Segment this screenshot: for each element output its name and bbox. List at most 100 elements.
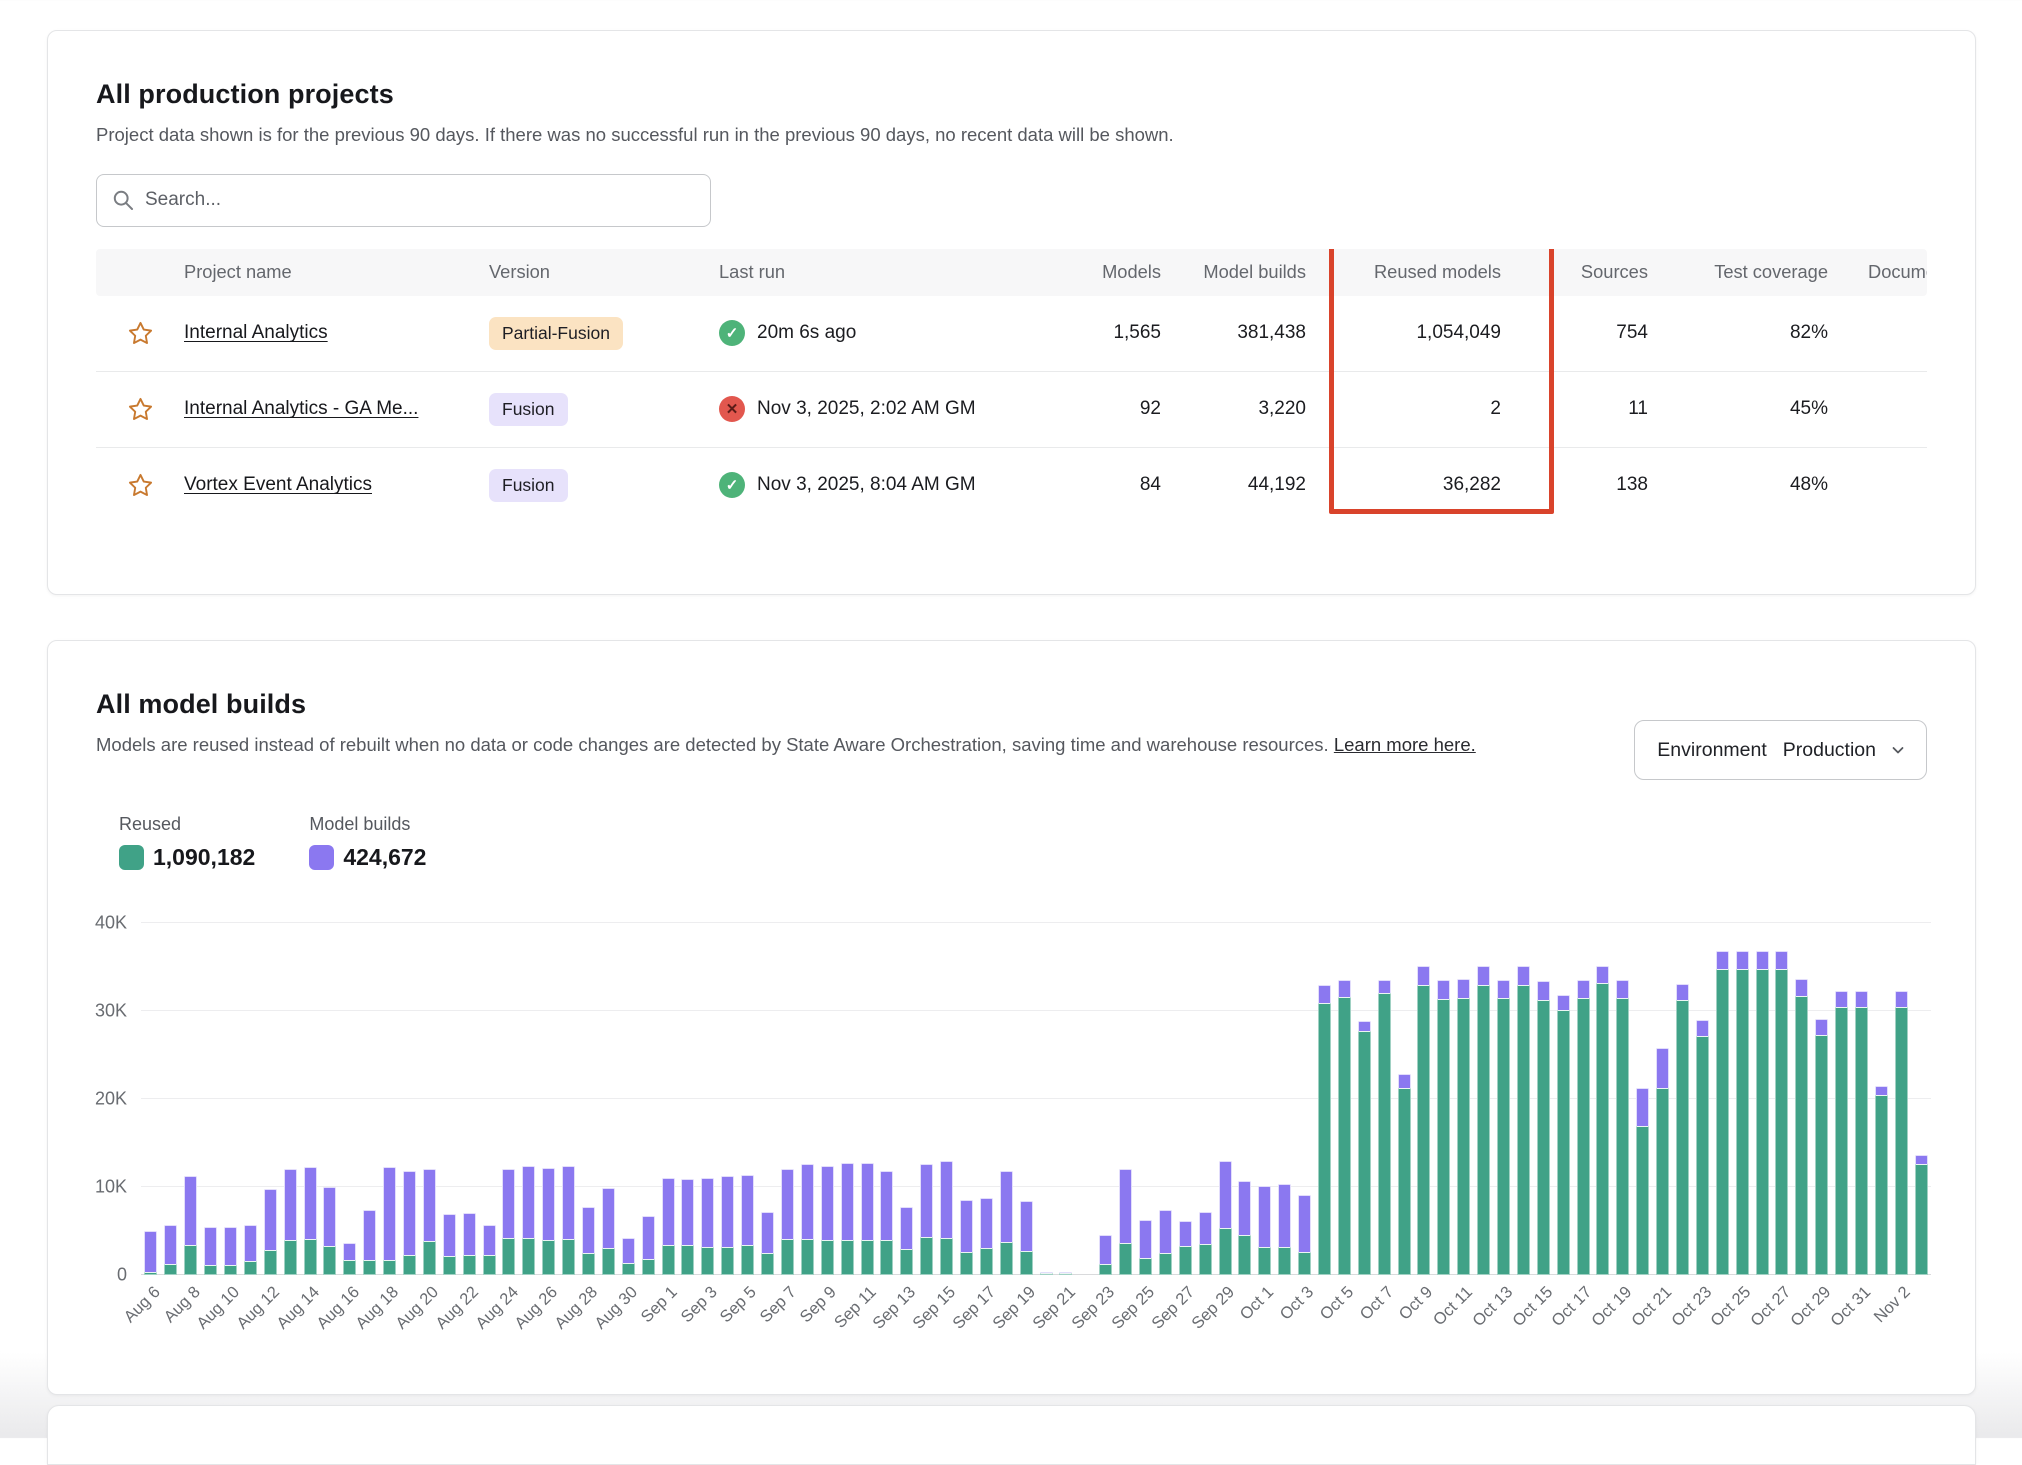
bar-sep-7[interactable] (778, 923, 798, 1275)
project-name-link[interactable]: Internal Analytics - GA Me... (184, 398, 418, 419)
bar-sep-21[interactable] (1056, 923, 1076, 1275)
bar-sep-30[interactable] (1235, 923, 1255, 1275)
bar-sep-3[interactable] (698, 923, 718, 1275)
bar-sep-26[interactable] (1155, 923, 1175, 1275)
bar-aug-9[interactable] (201, 923, 221, 1275)
bar-oct-13[interactable] (1494, 923, 1514, 1275)
bar-oct-12[interactable] (1474, 923, 1494, 1275)
bar-oct-20[interactable] (1633, 923, 1653, 1275)
bar-aug-12[interactable] (260, 923, 280, 1275)
bar-aug-7[interactable] (161, 923, 181, 1275)
column-header-last-run[interactable]: Last run (719, 261, 1004, 283)
bar-sep-4[interactable] (718, 923, 738, 1275)
column-header-test-coverage[interactable]: Test coverage (1648, 261, 1828, 283)
bar-aug-18[interactable] (380, 923, 400, 1275)
bar-sep-17[interactable] (976, 923, 996, 1275)
column-header-reused-models[interactable]: Reused models (1306, 261, 1501, 283)
bar-nov-2[interactable] (1891, 923, 1911, 1275)
bar-sep-22[interactable] (1076, 923, 1096, 1275)
bar-aug-26[interactable] (539, 923, 559, 1275)
column-header-version[interactable]: Version (489, 261, 719, 283)
environment-select[interactable]: Environment Production (1634, 720, 1927, 780)
bar-oct-25[interactable] (1732, 923, 1752, 1275)
bar-aug-8[interactable] (181, 923, 201, 1275)
bar-aug-11[interactable] (240, 923, 260, 1275)
bar-aug-21[interactable] (439, 923, 459, 1275)
bar-sep-12[interactable] (877, 923, 897, 1275)
bar-sep-18[interactable] (996, 923, 1016, 1275)
bar-oct-29[interactable] (1812, 923, 1832, 1275)
bar-sep-20[interactable] (1036, 923, 1056, 1275)
bar-oct-8[interactable] (1394, 923, 1414, 1275)
bar-nov-3[interactable] (1911, 923, 1931, 1275)
bar-aug-14[interactable] (300, 923, 320, 1275)
bar-oct-28[interactable] (1792, 923, 1812, 1275)
bar-oct-9[interactable] (1414, 923, 1434, 1275)
bar-aug-13[interactable] (280, 923, 300, 1275)
favorite-star-icon[interactable] (96, 320, 184, 347)
bar-oct-11[interactable] (1454, 923, 1474, 1275)
bar-sep-5[interactable] (738, 923, 758, 1275)
bar-oct-31[interactable] (1852, 923, 1872, 1275)
bar-aug-28[interactable] (579, 923, 599, 1275)
bar-sep-29[interactable] (1215, 923, 1235, 1275)
bar-oct-1[interactable] (1255, 923, 1275, 1275)
bar-oct-15[interactable] (1533, 923, 1553, 1275)
bar-sep-14[interactable] (917, 923, 937, 1275)
project-name-link[interactable]: Internal Analytics (184, 322, 328, 343)
bar-oct-10[interactable] (1434, 923, 1454, 1275)
bar-sep-10[interactable] (837, 923, 857, 1275)
bar-sep-6[interactable] (758, 923, 778, 1275)
bar-oct-16[interactable] (1553, 923, 1573, 1275)
favorite-star-icon[interactable] (96, 396, 184, 423)
search-input[interactable] (96, 174, 711, 227)
bar-oct-3[interactable] (1295, 923, 1315, 1275)
bar-aug-29[interactable] (598, 923, 618, 1275)
bar-oct-21[interactable] (1653, 923, 1673, 1275)
column-header-model-builds[interactable]: Model builds (1161, 261, 1306, 283)
bar-oct-23[interactable] (1692, 923, 1712, 1275)
bar-oct-18[interactable] (1593, 923, 1613, 1275)
bar-aug-20[interactable] (419, 923, 439, 1275)
bar-sep-27[interactable] (1175, 923, 1195, 1275)
learn-more-link[interactable]: Learn more here. (1334, 734, 1476, 755)
column-header-project-name[interactable]: Project name (184, 261, 489, 283)
bar-oct-26[interactable] (1752, 923, 1772, 1275)
bar-aug-22[interactable] (459, 923, 479, 1275)
bar-sep-28[interactable] (1195, 923, 1215, 1275)
column-header-sources[interactable]: Sources (1501, 261, 1648, 283)
bar-aug-17[interactable] (360, 923, 380, 1275)
bar-aug-23[interactable] (479, 923, 499, 1275)
bar-aug-24[interactable] (499, 923, 519, 1275)
bar-oct-5[interactable] (1334, 923, 1354, 1275)
bar-oct-14[interactable] (1513, 923, 1533, 1275)
bar-aug-10[interactable] (221, 923, 241, 1275)
project-name-link[interactable]: Vortex Event Analytics (184, 474, 372, 495)
column-header-models[interactable]: Models (1004, 261, 1161, 283)
bar-sep-13[interactable] (897, 923, 917, 1275)
bar-oct-27[interactable] (1772, 923, 1792, 1275)
bar-oct-4[interactable] (1315, 923, 1335, 1275)
bar-oct-6[interactable] (1354, 923, 1374, 1275)
bar-sep-11[interactable] (857, 923, 877, 1275)
bar-oct-2[interactable] (1275, 923, 1295, 1275)
bar-sep-25[interactable] (1136, 923, 1156, 1275)
bar-sep-23[interactable] (1096, 923, 1116, 1275)
bar-sep-9[interactable] (817, 923, 837, 1275)
bar-oct-24[interactable] (1712, 923, 1732, 1275)
bar-sep-24[interactable] (1116, 923, 1136, 1275)
bar-sep-19[interactable] (1016, 923, 1036, 1275)
favorite-star-icon[interactable] (96, 472, 184, 499)
bar-aug-16[interactable] (340, 923, 360, 1275)
column-header-documentation[interactable]: Documentation (1828, 261, 1927, 283)
bar-sep-2[interactable] (678, 923, 698, 1275)
bar-aug-31[interactable] (638, 923, 658, 1275)
table-row[interactable]: Internal Analytics - GA Me...Fusion✕Nov … (96, 371, 1927, 447)
bar-aug-30[interactable] (618, 923, 638, 1275)
bar-aug-15[interactable] (320, 923, 340, 1275)
bar-sep-16[interactable] (957, 923, 977, 1275)
bar-oct-22[interactable] (1673, 923, 1693, 1275)
bar-oct-7[interactable] (1374, 923, 1394, 1275)
bar-aug-25[interactable] (519, 923, 539, 1275)
bar-sep-8[interactable] (797, 923, 817, 1275)
